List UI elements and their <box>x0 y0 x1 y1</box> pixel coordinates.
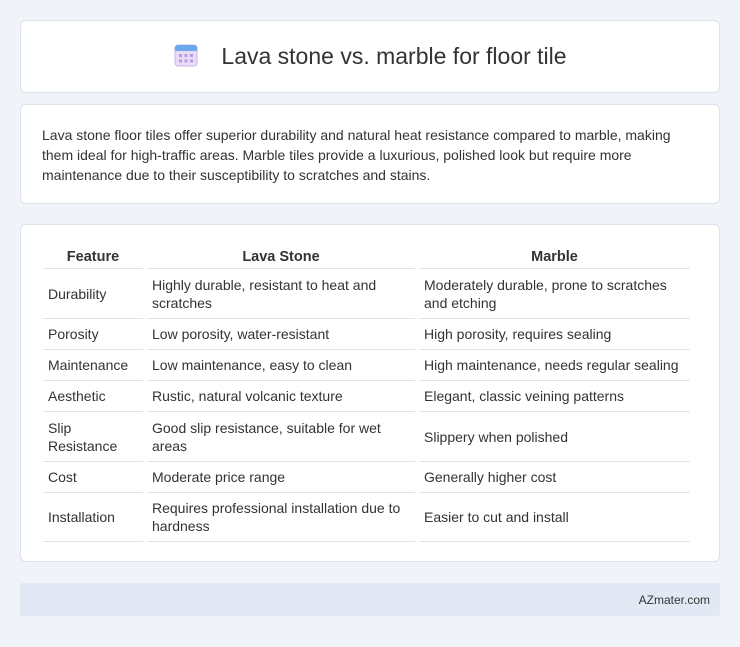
table-row: Maintenance Low maintenance, easy to cle… <box>43 350 690 381</box>
table-row: Installation Requires professional insta… <box>43 493 690 542</box>
row-marble: High porosity, requires sealing <box>419 319 690 350</box>
footer-bar: AZmater.com <box>20 583 720 616</box>
comparison-table: Feature Lava Stone Marble Durability Hig… <box>39 245 694 542</box>
comparison-card: Feature Lava Stone Marble Durability Hig… <box>20 224 720 562</box>
row-lava-stone: Low maintenance, easy to clean <box>147 350 415 381</box>
row-marble: Moderately durable, prone to scratches a… <box>419 269 690 319</box>
title-card: Lava stone vs. marble for floor tile <box>20 20 720 93</box>
row-feature: Porosity <box>43 319 143 350</box>
table-row: Aesthetic Rustic, natural volcanic textu… <box>43 381 690 412</box>
row-lava-stone: Low porosity, water-resistant <box>147 319 415 350</box>
row-feature: Durability <box>43 269 143 319</box>
row-lava-stone: Good slip resistance, suitable for wet a… <box>147 412 415 462</box>
row-feature: Slip Resistance <box>43 412 143 462</box>
table-row: Porosity Low porosity, water-resistant H… <box>43 319 690 350</box>
table-row: Slip Resistance Good slip resistance, su… <box>43 412 690 462</box>
header-lava-stone: Lava Stone <box>147 245 415 269</box>
header-feature: Feature <box>43 245 143 269</box>
row-lava-stone: Moderate price range <box>147 462 415 493</box>
table-header-row: Feature Lava Stone Marble <box>43 245 690 269</box>
footer-site-name: AZmater.com <box>638 592 710 607</box>
intro-card: Lava stone floor tiles offer superior du… <box>20 104 720 204</box>
intro-paragraph: Lava stone floor tiles offer superior du… <box>42 127 671 183</box>
row-feature: Cost <box>43 462 143 493</box>
row-marble: Generally higher cost <box>419 462 690 493</box>
page-title: Lava stone vs. marble for floor tile <box>221 43 567 69</box>
table-row: Durability Highly durable, resistant to … <box>43 269 690 319</box>
row-lava-stone: Requires professional installation due t… <box>147 493 415 542</box>
row-lava-stone: Highly durable, resistant to heat and sc… <box>147 269 415 319</box>
calendar-icon <box>174 44 198 66</box>
row-feature: Aesthetic <box>43 381 143 412</box>
row-marble: High maintenance, needs regular sealing <box>419 350 690 381</box>
row-feature: Installation <box>43 493 143 542</box>
header-marble: Marble <box>419 245 690 269</box>
row-marble: Slippery when polished <box>419 412 690 462</box>
row-lava-stone: Rustic, natural volcanic texture <box>147 381 415 412</box>
table-row: Cost Moderate price range Generally high… <box>43 462 690 493</box>
row-marble: Elegant, classic veining patterns <box>419 381 690 412</box>
row-feature: Maintenance <box>43 350 143 381</box>
row-marble: Easier to cut and install <box>419 493 690 542</box>
